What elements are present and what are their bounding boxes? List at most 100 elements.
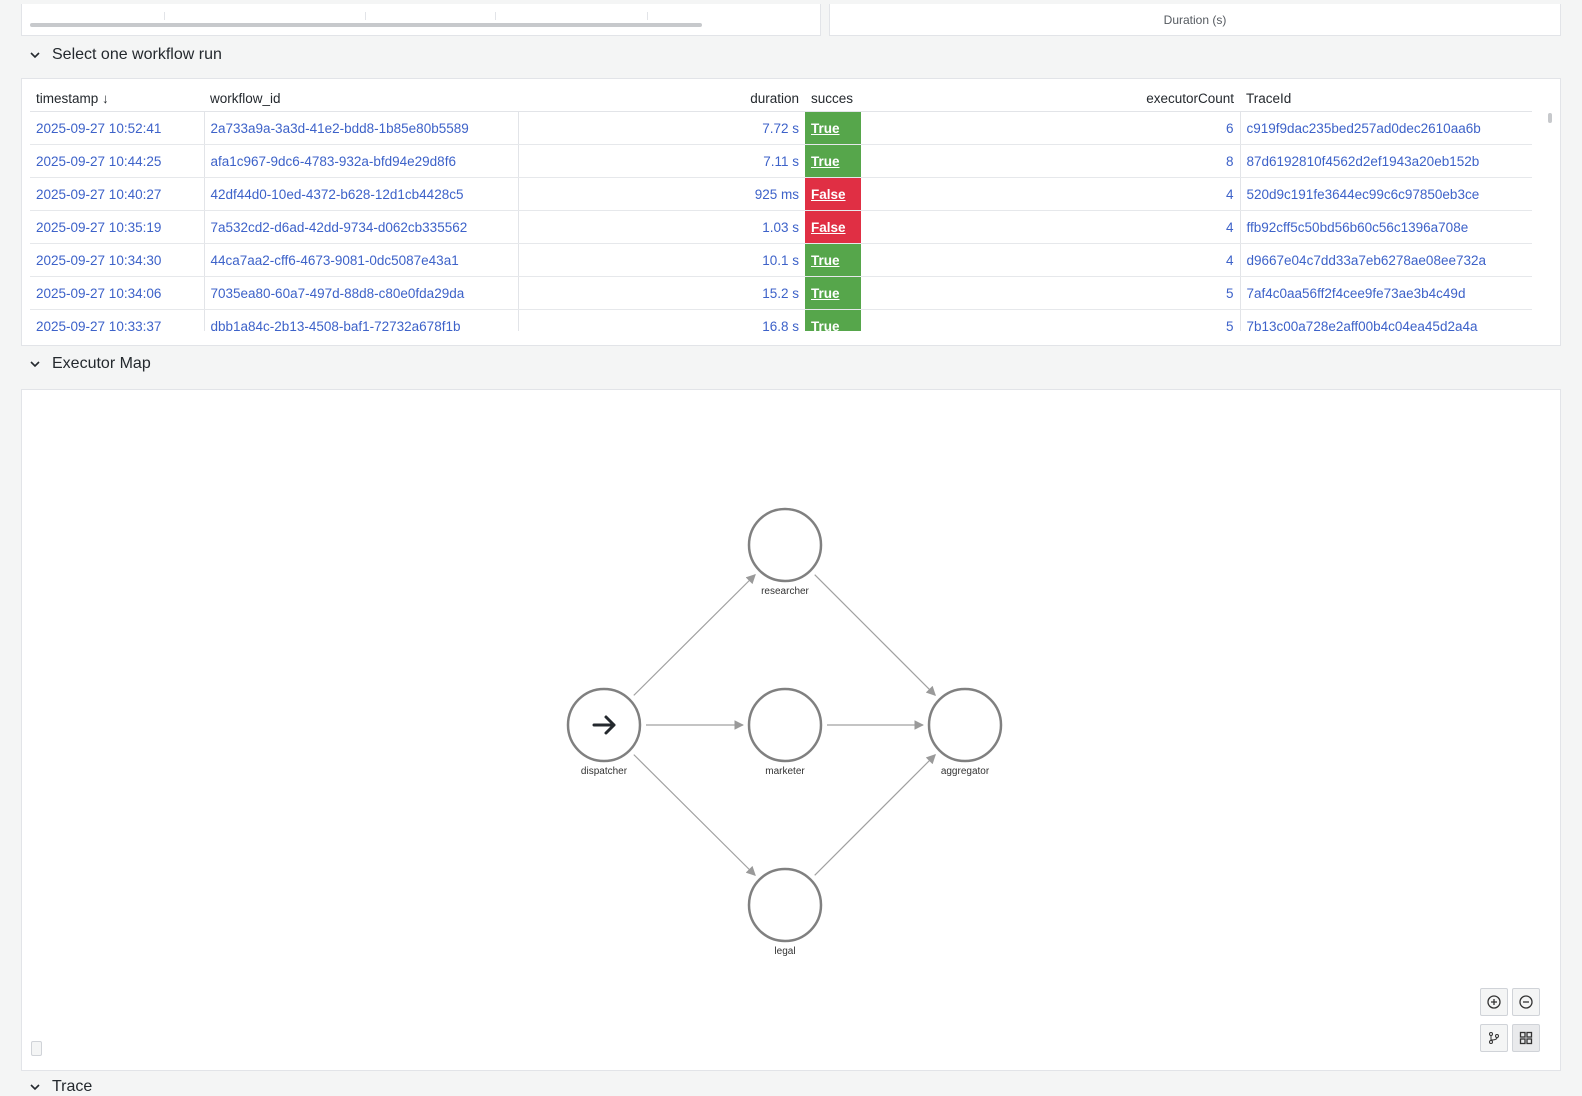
cell-duration: 925 ms [518, 177, 805, 211]
section-header-trace[interactable]: Trace [28, 1078, 92, 1096]
column-header-executor-count[interactable]: executorCount [861, 85, 1240, 112]
cell-success: False [805, 210, 861, 244]
cell-timestamp[interactable]: 2025-09-27 10:34:06 [30, 276, 205, 310]
cell-trace-id[interactable]: 87d6192810f4562d2ef1943a20eb152b [1240, 144, 1532, 178]
success-link[interactable]: True [811, 253, 840, 268]
cell-success: True [805, 144, 861, 178]
node-label: legal [774, 946, 795, 957]
table-row[interactable]: 2025-09-27 10:35:19 7a532cd2-d6ad-42dd-97… [30, 210, 1532, 244]
cell-executor-count: 5 [861, 276, 1241, 310]
cell-timestamp[interactable]: 2025-09-27 10:33:37 [30, 309, 205, 331]
vertical-scrollbar[interactable] [1548, 113, 1552, 123]
zoom-in-button[interactable] [1480, 988, 1508, 1016]
zoom-out-button[interactable] [1512, 988, 1540, 1016]
cell-trace-id[interactable]: d9667e04c7dd33a7eb6278ae08ee732a [1240, 243, 1532, 277]
success-link[interactable]: True [811, 286, 840, 301]
cell-success: True [805, 243, 861, 277]
zoom-in-icon [1487, 995, 1501, 1009]
table-row[interactable]: 2025-09-27 10:44:25 afa1c967-9dc6-4783-93… [30, 144, 1532, 178]
node-label: researcher [761, 586, 809, 597]
cell-workflow-id[interactable]: 7035ea80-60a7-497d-88d8-c80e0fda29da [204, 276, 519, 310]
cell-timestamp[interactable]: 2025-09-27 10:34:30 [30, 243, 205, 277]
cell-success: False [805, 177, 861, 211]
executor-map-panel: dispatcher researcher marketer legal aggrega… [21, 389, 1561, 1071]
cell-executor-count: 4 [861, 243, 1241, 277]
grid-tick [647, 12, 648, 20]
node-label: marketer [765, 766, 805, 777]
column-header-duration[interactable]: duration [518, 85, 805, 112]
cell-timestamp[interactable]: 2025-09-27 10:40:27 [30, 177, 205, 211]
edge-dispatcher-legal [633, 754, 756, 877]
cell-trace-id[interactable]: ffb92cff5c50bd56b60c56c1396a708e [1240, 210, 1532, 244]
top-left-panel [21, 4, 821, 36]
node-aggregator[interactable]: aggregator [927, 687, 1003, 777]
cell-duration: 7.11 s [518, 144, 805, 178]
top-right-panel: Duration (s) [829, 4, 1561, 36]
table-row[interactable]: 2025-09-27 10:34:30 44ca7aa2-cff6-4673-90… [30, 243, 1532, 277]
sort-desc-icon: ↓ [102, 90, 109, 106]
cell-success: True [805, 111, 861, 145]
cell-timestamp[interactable]: 2025-09-27 10:35:19 [30, 210, 205, 244]
node-dispatcher[interactable]: dispatcher [566, 687, 642, 777]
node-researcher[interactable]: researcher [747, 507, 823, 597]
cell-executor-count: 5 [861, 309, 1241, 331]
cell-timestamp[interactable]: 2025-09-27 10:52:41 [30, 111, 205, 145]
cell-executor-count: 8 [861, 144, 1241, 178]
node-marketer[interactable]: marketer [747, 687, 823, 777]
section-title: Executor Map [52, 355, 151, 372]
cell-workflow-id[interactable]: dbb1a84c-2b13-4508-baf1-72732a678f1b [204, 309, 519, 331]
executor-graph[interactable]: dispatcher researcher marketer legal aggrega… [22, 390, 1560, 1070]
success-link[interactable]: True [811, 319, 840, 332]
table-row[interactable]: 2025-09-27 10:52:41 2a733a9a-3a3d-41e2-bd… [30, 111, 1532, 145]
column-header-timestamp[interactable]: timestamp ↓ [30, 85, 204, 112]
grid-view-button[interactable] [1512, 1024, 1540, 1052]
edge-dispatcher-researcher [633, 573, 756, 696]
cell-trace-id[interactable]: 7af4c0aa56ff2f4cee9fe73ae3b4c49d [1240, 276, 1532, 310]
cell-workflow-id[interactable]: 2a733a9a-3a3d-41e2-bdd8-1b85e80b5589 [204, 111, 519, 145]
cell-workflow-id[interactable]: 7a532cd2-d6ad-42dd-9734-d062cb335562 [204, 210, 519, 244]
success-link[interactable]: False [811, 187, 846, 202]
success-link[interactable]: True [811, 121, 840, 136]
cell-trace-id[interactable]: c919f9dac235bed257ad0dec2610aa6b [1240, 111, 1532, 145]
cell-workflow-id[interactable]: afa1c967-9dc6-4783-932a-bfd94e29d8f6 [204, 144, 519, 178]
section-header-executor-map[interactable]: Executor Map [28, 355, 151, 373]
success-link[interactable]: False [811, 220, 846, 235]
grid-icon [1519, 1031, 1533, 1045]
grid-tick [164, 12, 165, 20]
success-link[interactable]: True [811, 154, 840, 169]
horizontal-scrollbar[interactable] [30, 23, 702, 27]
column-header-trace-id[interactable]: TraceId [1240, 85, 1532, 112]
section-title: Select one workflow run [52, 46, 222, 63]
column-header-workflow-id[interactable]: workflow_id [204, 85, 518, 112]
cell-duration: 10.1 s [518, 243, 805, 277]
zoom-out-icon [1519, 995, 1533, 1009]
cell-duration: 7.72 s [518, 111, 805, 145]
workflow-runs-panel: timestamp ↓ workflow_id duration succes … [21, 78, 1561, 346]
cell-trace-id[interactable]: 520d9c191fe3644ec99c6c97850eb3ce [1240, 177, 1532, 211]
chevron-down-icon [30, 52, 40, 59]
minimap-handle[interactable] [31, 1041, 42, 1056]
node-legal[interactable]: legal [747, 867, 823, 957]
table-row[interactable]: 2025-09-27 10:34:06 7035ea80-60a7-497d-88… [30, 276, 1532, 310]
edge-legal-aggregator [814, 754, 936, 876]
cell-workflow-id[interactable]: 42df44d0-10ed-4372-b628-12d1cb4428c5 [204, 177, 519, 211]
node-circle[interactable] [747, 507, 823, 583]
section-header-runs[interactable]: Select one workflow run [28, 46, 222, 64]
column-header-success[interactable]: succes [805, 85, 861, 112]
workflow-runs-table: timestamp ↓ workflow_id duration succes … [30, 85, 1532, 331]
cell-executor-count: 4 [861, 177, 1241, 211]
cell-workflow-id[interactable]: 44ca7aa2-cff6-4673-9081-0dc5087e43a1 [204, 243, 519, 277]
cell-executor-count: 6 [861, 111, 1241, 145]
cell-timestamp[interactable]: 2025-09-27 10:44:25 [30, 144, 205, 178]
cell-trace-id[interactable]: 7b13c00a728e2aff00b4c04ea45d2a4a [1240, 309, 1532, 331]
table-row[interactable]: 2025-09-27 10:33:37 dbb1a84c-2b13-4508-ba… [30, 309, 1532, 332]
node-circle[interactable] [747, 867, 823, 943]
node-circle[interactable] [927, 687, 1003, 763]
cell-success: True [805, 276, 861, 310]
cell-executor-count: 4 [861, 210, 1241, 244]
node-circle[interactable] [747, 687, 823, 763]
table-row[interactable]: 2025-09-27 10:40:27 42df44d0-10ed-4372-b6… [30, 177, 1532, 211]
node-label: dispatcher [581, 766, 628, 777]
layout-button[interactable] [1480, 1024, 1508, 1052]
cell-success: True [805, 309, 861, 332]
